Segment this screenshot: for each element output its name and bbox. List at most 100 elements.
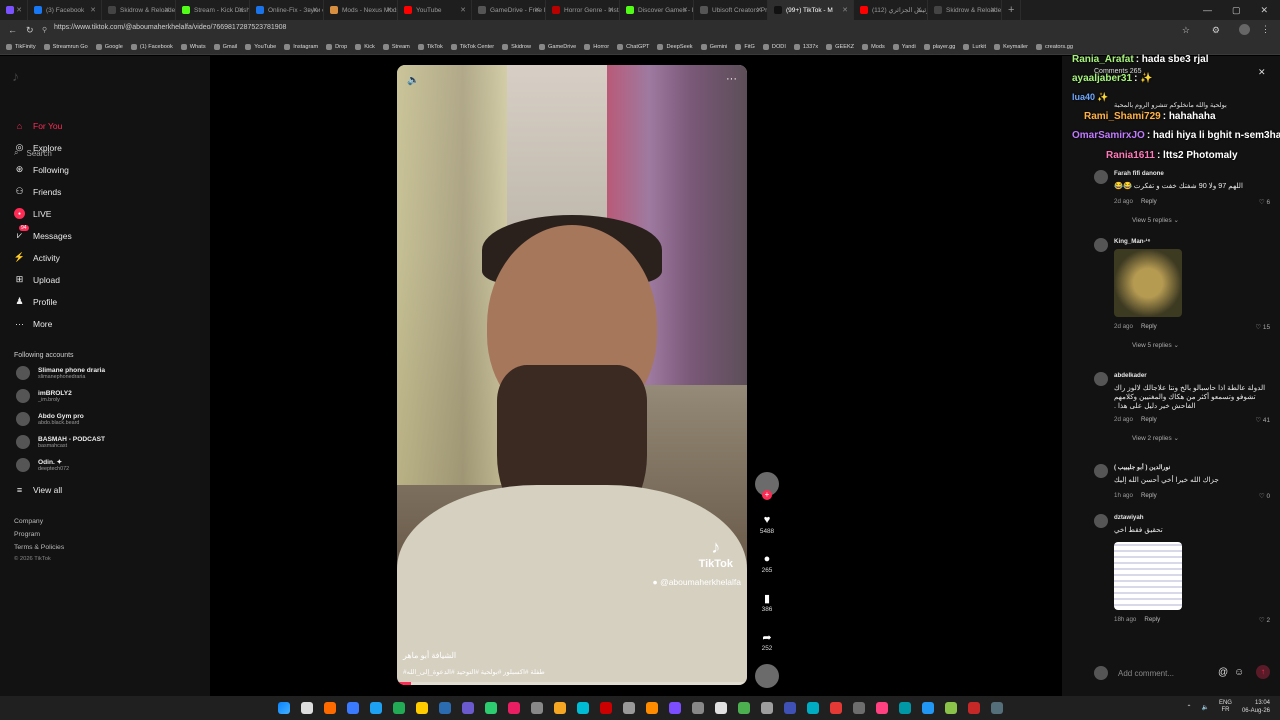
reply-button[interactable]: Reply bbox=[1141, 323, 1157, 330]
bookmark-item[interactable]: TikFinity bbox=[6, 44, 36, 50]
following-account[interactable]: imBROLY2 _im.broly bbox=[16, 389, 72, 403]
tab-close-icon[interactable]: ✕ bbox=[682, 6, 688, 14]
tray-chevron-icon[interactable]: ⌃ bbox=[1186, 704, 1191, 711]
bookmark-item[interactable]: YouTube bbox=[245, 44, 276, 50]
tab-close-icon[interactable]: ✕ bbox=[312, 6, 318, 14]
taskbar-app-icon[interactable] bbox=[392, 702, 405, 714]
send-icon[interactable]: ↑ bbox=[1256, 665, 1270, 679]
nav-item-activity[interactable]: ⚡ Activity bbox=[14, 252, 60, 263]
profile-avatar[interactable] bbox=[1239, 24, 1250, 35]
bookmark-item[interactable]: TikTok bbox=[417, 44, 443, 50]
taskbar-app-icon[interactable] bbox=[484, 702, 497, 714]
new-tab-button[interactable]: + bbox=[1002, 0, 1022, 20]
follow-plus-icon[interactable]: + bbox=[762, 490, 772, 500]
bookmark-item[interactable]: Mods bbox=[862, 44, 885, 50]
browser-tab[interactable]: Online-Fix - Звуки с ✕ bbox=[250, 0, 324, 20]
browser-tab[interactable]: (112) الرئيس الجزائري✕ bbox=[854, 0, 928, 20]
taskbar-app-icon[interactable] bbox=[576, 702, 589, 714]
mention-icon[interactable]: @ bbox=[1218, 667, 1228, 678]
tab-close-icon[interactable]: ✕ bbox=[990, 6, 996, 14]
tiktok-logo-icon[interactable]: ♪ bbox=[12, 68, 19, 84]
nav-item-following[interactable]: ⊛ Following bbox=[14, 164, 69, 175]
browser-tab[interactable]: Mods - Nexus Mods ✕ bbox=[324, 0, 398, 20]
footer-program-link[interactable]: Program bbox=[14, 531, 40, 538]
bookmark-star-icon[interactable]: ☆ bbox=[1182, 25, 1190, 36]
save-button[interactable]: ▮ 386 bbox=[753, 592, 781, 613]
taskbar-app-icon[interactable] bbox=[530, 702, 543, 714]
chrome-icon[interactable] bbox=[346, 702, 359, 714]
video-player[interactable]: 🔈 ··· ♪ TikTok ● @aboumaherkhelalfa الشيا… bbox=[397, 65, 747, 685]
browser-tab[interactable]: ✕ bbox=[0, 0, 28, 20]
browser-tab[interactable]: Skidrow & Reloaded ✕ bbox=[928, 0, 1002, 20]
tab-close-icon[interactable]: ✕ bbox=[534, 6, 540, 14]
bookmark-item[interactable]: DODI bbox=[762, 44, 786, 50]
taskbar-app-icon[interactable] bbox=[783, 702, 796, 714]
commenter-avatar[interactable] bbox=[1094, 464, 1108, 478]
browser-tab[interactable]: Stream - Kick Dashb ✕ bbox=[176, 0, 250, 20]
tab-close-icon[interactable]: ✕ bbox=[608, 6, 614, 14]
video-more-icon[interactable]: ··· bbox=[726, 73, 737, 85]
nav-item-for-you[interactable]: ⌂ For You bbox=[14, 120, 63, 131]
start-icon[interactable] bbox=[277, 702, 290, 714]
nav-item-live[interactable]: ● LIVE bbox=[14, 208, 51, 219]
share-button[interactable]: ➦ 252 bbox=[753, 631, 781, 652]
bookmark-item[interactable]: Stream bbox=[382, 44, 410, 50]
sound-disc-avatar[interactable] bbox=[755, 664, 779, 688]
bookmark-item[interactable]: Gemini bbox=[700, 44, 727, 50]
reply-button[interactable]: Reply bbox=[1141, 198, 1157, 205]
taskbar-search-icon[interactable] bbox=[300, 702, 313, 714]
comment-like[interactable]: ♡ 15 bbox=[1255, 323, 1270, 331]
window-close-icon[interactable]: ✕ bbox=[1260, 5, 1268, 16]
tab-close-icon[interactable]: ✕ bbox=[756, 6, 762, 14]
bookmark-item[interactable]: Streamrun Go bbox=[43, 44, 88, 50]
bookmark-item[interactable]: Skidrow bbox=[502, 44, 531, 50]
maximize-icon[interactable]: ▢ bbox=[1232, 5, 1241, 16]
taskbar-app-icon[interactable] bbox=[737, 702, 750, 714]
browser-tab[interactable]: GameDrive - Free Do ✕ bbox=[472, 0, 546, 20]
view-all-button[interactable]: ≡ View all bbox=[14, 484, 62, 495]
bookmark-item[interactable]: FitG bbox=[735, 44, 755, 50]
volume-icon[interactable]: 🔈 bbox=[1201, 704, 1208, 711]
back-icon[interactable]: ← bbox=[8, 25, 17, 35]
commenter-avatar[interactable] bbox=[1094, 372, 1108, 386]
taskbar-app-icon[interactable] bbox=[944, 702, 957, 714]
comment-image[interactable] bbox=[1114, 249, 1182, 317]
browser-tab[interactable]: (3) Facebook ✕ bbox=[28, 0, 102, 20]
taskbar-app-icon[interactable] bbox=[622, 702, 635, 714]
taskbar-app-icon[interactable] bbox=[461, 702, 474, 714]
bookmark-item[interactable]: GEEKZ bbox=[826, 44, 854, 50]
taskbar-app-icon[interactable] bbox=[553, 702, 566, 714]
taskbar-app-icon[interactable] bbox=[760, 702, 773, 714]
video-hashtags[interactable]: #طفلة #اكسبلور #بولحية #التوحيد #الدعوة_… bbox=[403, 668, 545, 676]
tab-close-icon[interactable]: ✕ bbox=[238, 6, 244, 14]
bookmark-item[interactable]: Whats bbox=[180, 44, 206, 50]
extensions-icon[interactable]: ⚙ bbox=[1212, 25, 1220, 36]
add-comment-field[interactable]: Add comment... @ ☺ ↑ bbox=[1094, 662, 1274, 686]
following-account[interactable]: Odin. ✦ deeptech072 bbox=[16, 458, 69, 472]
taskbar-app-icon[interactable] bbox=[990, 702, 1003, 714]
minimize-icon[interactable]: — bbox=[1203, 5, 1212, 15]
commenter-avatar[interactable] bbox=[1094, 514, 1108, 528]
view-replies-button[interactable]: View 5 replies ⌄ bbox=[1132, 216, 1179, 224]
reply-button[interactable]: Reply bbox=[1144, 616, 1160, 623]
bookmark-item[interactable]: Yandi bbox=[892, 44, 916, 50]
tab-close-icon[interactable]: ✕ bbox=[16, 6, 22, 14]
taskbar-app-icon[interactable] bbox=[829, 702, 842, 714]
commenter-avatar[interactable] bbox=[1094, 170, 1108, 184]
tab-close-icon[interactable]: ✕ bbox=[916, 6, 922, 14]
comment-like[interactable]: ♡ 0 bbox=[1259, 492, 1270, 500]
reply-button[interactable]: Reply bbox=[1141, 492, 1157, 499]
nav-item-more[interactable]: ··· More bbox=[14, 318, 52, 329]
bookmark-item[interactable]: Google bbox=[95, 44, 123, 50]
bookmark-item[interactable]: (1) Facebook bbox=[130, 44, 173, 50]
tab-close-icon[interactable]: ✕ bbox=[842, 6, 848, 14]
comment-button[interactable]: ● 265 bbox=[753, 553, 781, 574]
like-button[interactable]: ♥ 5488 bbox=[753, 514, 781, 535]
footer-terms-link[interactable]: Terms & Policies bbox=[14, 544, 64, 551]
comment-like[interactable]: ♡ 6 bbox=[1259, 198, 1270, 206]
bookmark-item[interactable]: Horror bbox=[584, 44, 609, 50]
taskbar-app-icon[interactable] bbox=[967, 702, 980, 714]
clock[interactable]: 13:04 06-Aug-26 bbox=[1242, 699, 1270, 715]
bookmark-item[interactable]: Kick bbox=[355, 44, 375, 50]
nav-item-explore[interactable]: ◎ Explore bbox=[14, 142, 62, 153]
